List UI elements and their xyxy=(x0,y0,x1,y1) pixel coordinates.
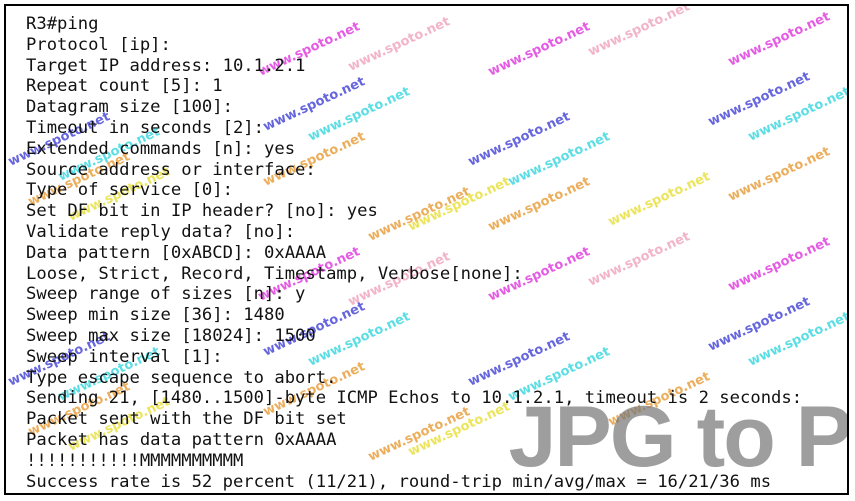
console-line: Repeat count [5]: 1 xyxy=(26,76,223,97)
console-line: Sweep range of sizes [n]: y xyxy=(26,284,306,305)
console-line: Sweep max size [18024]: 1500 xyxy=(26,325,316,346)
console-line: Datagram size [100]: xyxy=(26,97,233,118)
jpg-to-pdf-watermark: JPG to P xyxy=(508,389,849,485)
console-line: Validate reply data? [no]: xyxy=(26,221,296,242)
console-line: Target IP address: 10.1.2.1 xyxy=(26,55,306,76)
terminal-screenshot-frame: www.spoto.net www.spoto.net www.spoto.ne… xyxy=(4,4,849,495)
console-line: Set DF bit in IP header? [no]: yes xyxy=(26,201,378,222)
console-line: Loose, Strict, Record, Timestamp, Verbos… xyxy=(26,263,523,284)
console-line: R3#ping xyxy=(26,14,99,34)
console-line: Timeout in seconds [2]: xyxy=(26,117,264,138)
console-line: Protocol [ip]: xyxy=(26,34,171,55)
console-line: Source address or interface: xyxy=(26,159,316,180)
console-line: Type of service [0]: xyxy=(26,180,233,201)
console-line: Sweep min size [36]: 1480 xyxy=(26,305,285,326)
console-line: Type escape sequence to abort. xyxy=(26,367,337,388)
console-line: Sweep interval [1]: xyxy=(26,346,223,367)
console-line: Data pattern [0xABCD]: 0xAAAA xyxy=(26,242,327,263)
console-line: Extended commands [n]: yes xyxy=(26,138,296,159)
